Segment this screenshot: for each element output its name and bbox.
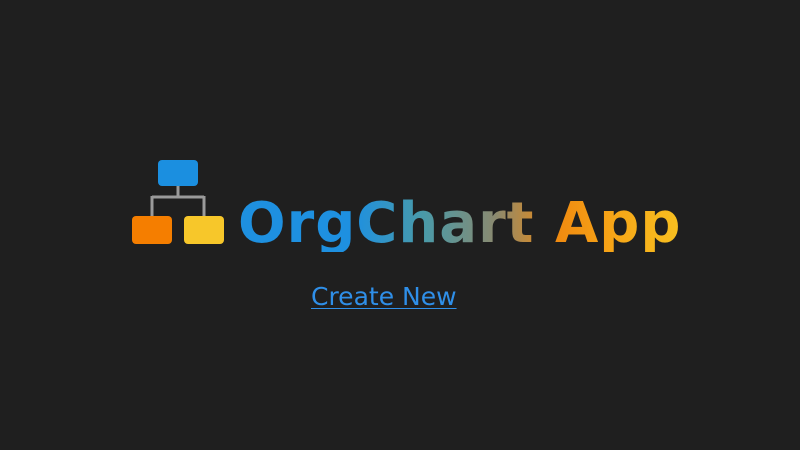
create-new-link[interactable]: Create New [311, 282, 457, 311]
welcome-screen: OrgChart App Create New [0, 0, 800, 450]
org-chart-icon [132, 160, 224, 244]
brand-header: OrgChart App [132, 160, 681, 252]
app-title: OrgChart App [238, 191, 682, 256]
